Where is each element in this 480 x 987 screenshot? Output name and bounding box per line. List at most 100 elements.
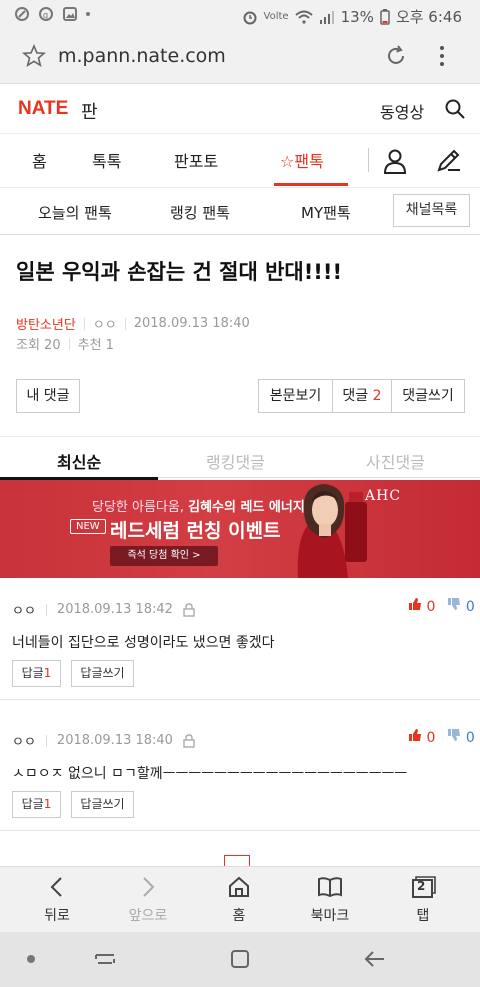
- assistant-dot-icon[interactable]: [26, 954, 36, 964]
- link-icon: [15, 7, 29, 21]
- reply-count: 1: [43, 797, 52, 811]
- wifi-icon: [294, 10, 313, 24]
- reply-button[interactable]: 답글1: [12, 791, 61, 818]
- ad-new-badge: NEW: [70, 519, 106, 534]
- comment-votes: 0 0: [408, 597, 475, 615]
- meta-divider: [45, 734, 47, 747]
- comments-count: 2: [372, 388, 382, 404]
- comments-label: 댓글: [342, 388, 369, 404]
- back-nav-icon[interactable]: [362, 948, 386, 970]
- write-reply-button[interactable]: 답글쓰기: [71, 791, 134, 818]
- nav-fantok[interactable]: ☆팬톡: [280, 148, 324, 172]
- search-icon[interactable]: [444, 98, 466, 120]
- site-header: NATE 판 동영상: [0, 84, 480, 134]
- active-nav-indicator: [274, 183, 348, 186]
- status-bar: g Volte 13% 오후 6:46: [0, 0, 480, 30]
- ad-cta-button[interactable]: 즉석 당첨 확인 >: [110, 546, 218, 566]
- comment-tabs: 최신순 랭킹댓글 사진댓글: [0, 436, 480, 480]
- back-button[interactable]: 뒤로: [17, 873, 97, 925]
- home-nav-icon[interactable]: [229, 948, 251, 970]
- reply-label: 답글: [21, 797, 44, 811]
- article-meta: 방탄소년단 ㅇㅇ 2018.09.13 18:40: [16, 314, 250, 333]
- comment-date: 2018.09.13 18:40: [56, 733, 173, 748]
- view-body-button[interactable]: 본문보기: [258, 379, 333, 413]
- thumbs-up-icon: [409, 729, 421, 741]
- bookmarks-icon: [318, 877, 342, 898]
- home-icon: [229, 876, 249, 897]
- comment-meta: ㅇㅇ 2018.09.13 18:42: [12, 600, 195, 619]
- meta-divider: [124, 317, 126, 330]
- upvote-button[interactable]: 0: [408, 728, 435, 746]
- write-comment-button[interactable]: 댓글쓰기: [391, 379, 465, 413]
- ad-brand: AHC: [365, 488, 402, 504]
- comment-item: ㅇㅇ 2018.09.13 18:40 0 0 ㅅㅁㅇㅈ 없으니 ㅁㄱ할께ㅡㅡㅡ…: [0, 711, 480, 831]
- recommend-count: 추천 1: [77, 338, 114, 353]
- nav-toktok[interactable]: 톡톡: [92, 148, 121, 172]
- nav-divider: [368, 148, 369, 172]
- status-left: g: [14, 6, 90, 22]
- report-icon[interactable]: [183, 733, 195, 748]
- bookmark-star-icon[interactable]: [22, 44, 46, 68]
- meta-divider: [83, 317, 85, 330]
- channel-name[interactable]: 방탄소년단: [16, 314, 76, 333]
- ad-banner[interactable]: 당당한 아름다움, 김혜수의 레드 에너지 NEW 레드세럼 런칭 이벤트 즉석…: [0, 480, 480, 578]
- thumbs-up-icon: [409, 598, 421, 610]
- tabs-button[interactable]: 2 탭: [383, 873, 463, 925]
- report-icon[interactable]: [183, 602, 195, 617]
- downvote-button[interactable]: 0: [447, 728, 475, 746]
- comment-date: 2018.09.13 18:42: [56, 602, 173, 617]
- tab-ranking-comments[interactable]: 랭킹댓글: [206, 449, 265, 473]
- comment-nick: ㅇㅇ: [12, 735, 36, 750]
- downvote-button[interactable]: 0: [447, 597, 475, 615]
- tab-latest[interactable]: 최신순: [57, 449, 101, 473]
- downvote-count: 0: [465, 599, 475, 615]
- write-icon[interactable]: [436, 147, 462, 173]
- thumbs-down-icon: [448, 598, 461, 610]
- comment-meta: ㅇㅇ 2018.09.13 18:40: [12, 731, 195, 750]
- forward-button[interactable]: 앞으로: [108, 873, 188, 925]
- write-reply-button[interactable]: 답글쓰기: [71, 660, 134, 687]
- bookmarks-button[interactable]: 북마크: [290, 873, 370, 925]
- url-text[interactable]: m.pann.nate.com: [58, 45, 226, 67]
- back-label: 뒤로: [44, 908, 70, 924]
- article-title: 일본 우익과 손잡는 건 절대 반대!!!!: [16, 260, 343, 284]
- address-bar: m.pann.nate.com: [0, 30, 480, 84]
- comments-button[interactable]: 댓글 2: [332, 379, 392, 413]
- thumbs-down-icon: [448, 729, 461, 741]
- svg-text:g: g: [43, 10, 48, 20]
- subnav-today-fantok[interactable]: 오늘의 팬톡: [38, 202, 112, 223]
- status-right: Volte 13% 오후 6:46: [242, 6, 462, 27]
- battery-icon: [380, 8, 390, 25]
- nate-logo[interactable]: NATE: [18, 98, 68, 120]
- signal-icon: [319, 10, 334, 24]
- more-menu-icon[interactable]: [438, 44, 446, 68]
- nav-home[interactable]: 홈: [32, 148, 47, 172]
- tab-photo-comments[interactable]: 사진댓글: [366, 449, 425, 473]
- comment-votes: 0 0: [408, 728, 475, 746]
- user-icon[interactable]: [382, 148, 408, 174]
- volte-label: Volte: [263, 11, 289, 22]
- my-comments-button[interactable]: 내 댓글: [16, 379, 80, 413]
- tabs-label: 탭: [416, 908, 430, 924]
- upvote-count: 0: [426, 599, 436, 615]
- video-link[interactable]: 동영상: [380, 99, 424, 123]
- subnav-ranking-fantok[interactable]: 랭킹 팬톡: [170, 202, 230, 223]
- meta-divider: [45, 603, 47, 616]
- comment-text: ㅅㅁㅇㅈ 없으니 ㅁㄱ할께ㅡㅡㅡㅡㅡㅡㅡㅡㅡㅡㅡㅡㅡㅡㅡㅡㅡㅡㅡ: [12, 766, 408, 782]
- ad-product-bottle: [345, 502, 367, 562]
- reply-button[interactable]: 답글1: [12, 660, 61, 687]
- bookmarks-label: 북마크: [310, 908, 350, 924]
- nav-pannphoto[interactable]: 판포토: [174, 148, 218, 172]
- pann-section-title[interactable]: 판: [81, 98, 98, 124]
- author-nick: ㅇㅇ: [92, 318, 117, 333]
- meta-divider: [68, 337, 70, 350]
- reply-count: 1: [43, 666, 52, 680]
- home-button[interactable]: 홈: [199, 873, 279, 925]
- reload-icon[interactable]: [384, 44, 408, 68]
- upvote-button[interactable]: 0: [408, 597, 435, 615]
- recent-apps-icon[interactable]: [94, 948, 116, 970]
- channel-list-button[interactable]: 채널목록: [393, 194, 470, 227]
- alarm-icon: [243, 11, 257, 24]
- tab-count: 2: [417, 879, 426, 893]
- subnav-my-fantok[interactable]: MY팬톡: [301, 202, 351, 223]
